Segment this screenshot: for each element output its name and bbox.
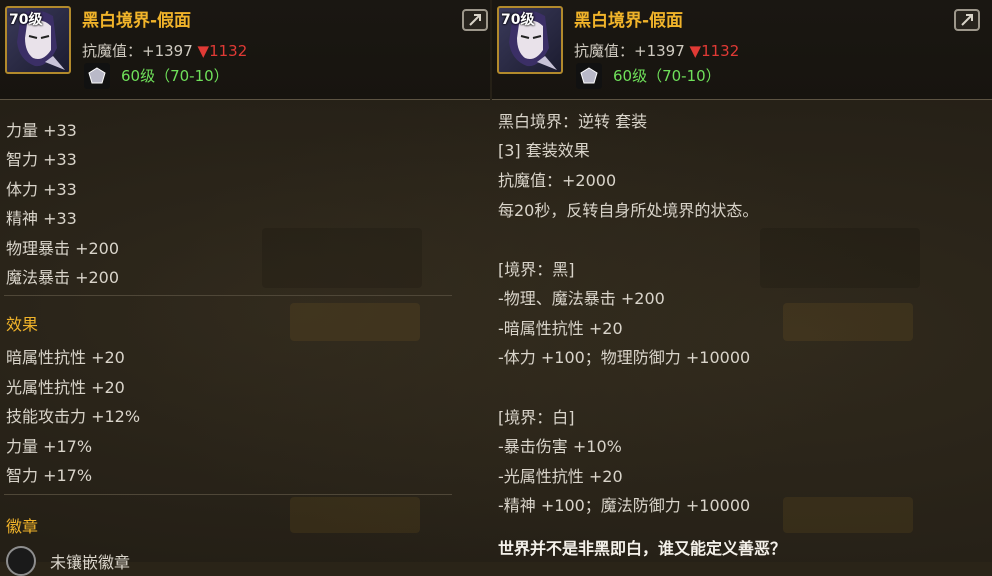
set-name: 黑白境界：逆转 套装 [498, 112, 648, 131]
item-title: 黑白境界-假面 [574, 11, 684, 31]
gem-icon [576, 63, 602, 89]
share-icon [961, 14, 973, 26]
set-bonus-resist: 抗魔值：+2000 [498, 171, 617, 190]
item-avatar[interactable]: 70级 [5, 6, 71, 74]
effect-line: 技能攻击力 +12% [6, 407, 141, 426]
resist-line: 抗魔值：+1397 ▼1132 [82, 40, 247, 61]
effect-line: 力量 +17% [6, 437, 93, 456]
stat-vit: 体力 +33 [6, 180, 77, 199]
stat-phys-crit: 物理暴击 +200 [6, 239, 120, 258]
stat-str: 力量 +33 [6, 121, 77, 140]
tooltip-header: 70级 黑白境界-假面 抗魔值：+1397 ▼1132 60级（70-10） [0, 0, 490, 100]
stat-int: 智力 +33 [6, 150, 77, 169]
effect-line: 光属性抗性 +20 [6, 378, 125, 397]
resist-value: +1397 [634, 42, 685, 60]
share-button[interactable] [462, 9, 488, 31]
resist-label: 抗魔值： [574, 42, 635, 60]
black-realm-line: -物理、魔法暴击 +200 [498, 289, 665, 308]
item-title: 黑白境界-假面 [82, 11, 192, 31]
white-realm-line: -暴击伤害 +10% [498, 437, 622, 456]
gem-level: 60级（70-10） [613, 67, 721, 85]
item-tooltip-left: 70级 黑白境界-假面 抗魔值：+1397 ▼1132 60级（70-10） 力… [0, 0, 490, 576]
level-badge: 70级 [501, 12, 535, 28]
white-realm-title: [境界：白] [498, 408, 575, 427]
emblem-title: 徽章 [6, 517, 39, 536]
set-bonus-title: [3] 套装效果 [498, 141, 590, 160]
black-realm-line: -体力 +100；物理防御力 +10000 [498, 348, 751, 367]
resist-diff: ▼1132 [689, 42, 740, 60]
level-badge: 70级 [9, 12, 43, 28]
emblem-slot-icon[interactable] [6, 546, 36, 576]
gem-level: 60级（70-10） [121, 67, 229, 85]
resist-diff: ▼1132 [197, 42, 248, 60]
share-button[interactable] [954, 9, 980, 31]
emblem-empty-text: 未镶嵌徽章 [50, 553, 131, 572]
resist-label: 抗魔值： [82, 42, 143, 60]
resist-line: 抗魔值：+1397 ▼1132 [574, 40, 739, 61]
item-tooltip-right: 70级 黑白境界-假面 抗魔值：+1397 ▼1132 60级（70-10） 黑… [492, 0, 992, 562]
stat-spr: 精神 +33 [6, 209, 77, 228]
black-realm-line: -暗属性抗性 +20 [498, 319, 623, 338]
stat-magic-crit: 魔法暴击 +200 [6, 268, 120, 287]
item-avatar[interactable]: 70级 [497, 6, 563, 74]
flavor-quote: 世界并不是非黑即白，谁又能定义善恶？ [498, 539, 787, 558]
black-realm-title: [境界：黑] [498, 260, 575, 279]
share-icon [469, 14, 481, 26]
white-realm-line: -精神 +100；魔法防御力 +10000 [498, 496, 751, 515]
tooltip-header: 70级 黑白境界-假面 抗魔值：+1397 ▼1132 60级（70-10） [492, 0, 992, 100]
resist-value: +1397 [142, 42, 193, 60]
set-bonus-desc: 每20秒，反转自身所处境界的状态。 [498, 201, 759, 220]
effect-line: 智力 +17% [6, 466, 93, 485]
white-realm-line: -光属性抗性 +20 [498, 467, 623, 486]
effects-title: 效果 [6, 315, 39, 334]
gem-icon [84, 63, 110, 89]
effect-line: 暗属性抗性 +20 [6, 348, 125, 367]
